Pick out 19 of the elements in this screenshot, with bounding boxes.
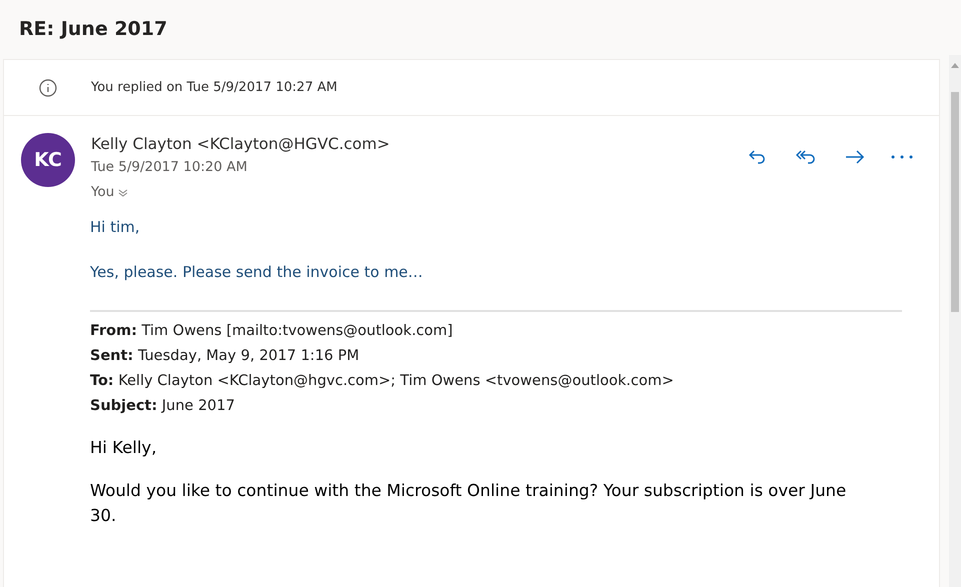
- info-icon: [39, 78, 57, 96]
- avatar: KC: [21, 133, 75, 187]
- sender-name: Kelly Clayton <KClayton@HGVC.com>: [91, 134, 391, 155]
- sent-date: Tue 5/9/2017 10:20 AM: [91, 158, 248, 177]
- quoted-header: Subject: June 2017: [90, 397, 236, 416]
- more-icon: [891, 155, 914, 159]
- reply-text: Hi tim,: [90, 217, 141, 237]
- quoted-text: Would you like to continue with the Microsoft Online training? Your subscription is over June 30.: [90, 480, 848, 527]
- quoted-text: Hi Kelly,: [90, 437, 158, 459]
- expand-icon[interactable]: [118, 188, 128, 198]
- replied-notice: You replied on Tue 5/9/2017 10:27 AM: [91, 80, 338, 95]
- quoted-header: Sent: Tuesday, May 9, 2017 1:16 PM: [90, 347, 360, 366]
- recipient: You: [91, 183, 114, 202]
- quoted-header: From: Tim Owens [mailto:tvowens@outlook.com]: [90, 322, 454, 341]
- quoted-header: To: Kelly Clayton <KClayton@hgvc.com>; Tim Owens <tvowens@outlook.com>: [90, 372, 675, 391]
- scroll-up-icon[interactable]: [951, 62, 959, 68]
- email-subject: RE: June 2017: [18, 16, 168, 42]
- scrollbar[interactable]: [949, 55, 961, 587]
- reply-text: Yes, please. Please send the invoice to me…: [90, 262, 424, 282]
